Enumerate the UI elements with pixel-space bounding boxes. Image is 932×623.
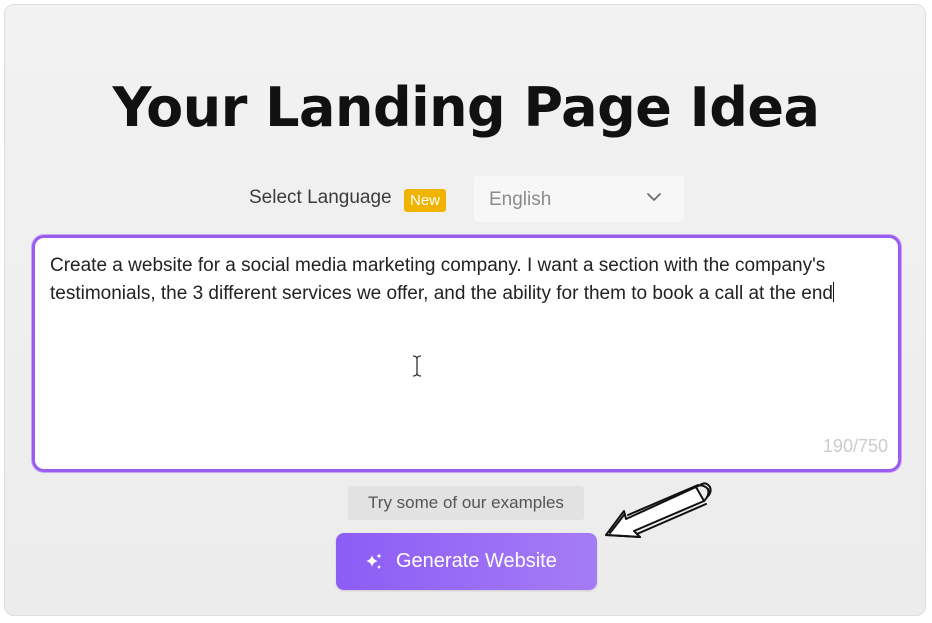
text-caret xyxy=(832,281,834,302)
generate-website-label: Generate Website xyxy=(396,550,557,572)
hand-drawn-arrow-icon xyxy=(605,482,712,538)
language-label: Select Language xyxy=(249,187,392,208)
language-select[interactable]: English xyxy=(474,176,684,222)
language-selected-value: English xyxy=(489,189,552,210)
page-title: Your Landing Page Idea xyxy=(112,76,820,139)
new-badge: New xyxy=(404,189,447,212)
try-examples-button[interactable]: Try some of our examples xyxy=(348,486,584,520)
idea-text-value: Create a website for a social media mark… xyxy=(50,255,833,304)
sparkle-icon xyxy=(366,553,382,569)
chevron-down-icon xyxy=(647,193,661,201)
idea-textarea[interactable]: Create a website for a social media mark… xyxy=(32,235,901,472)
text-cursor-icon xyxy=(412,355,422,377)
character-count: 190/750 xyxy=(822,436,888,456)
generate-website-button[interactable]: Generate Website xyxy=(336,533,597,590)
idea-text: Create a website for a social media mark… xyxy=(50,252,870,307)
